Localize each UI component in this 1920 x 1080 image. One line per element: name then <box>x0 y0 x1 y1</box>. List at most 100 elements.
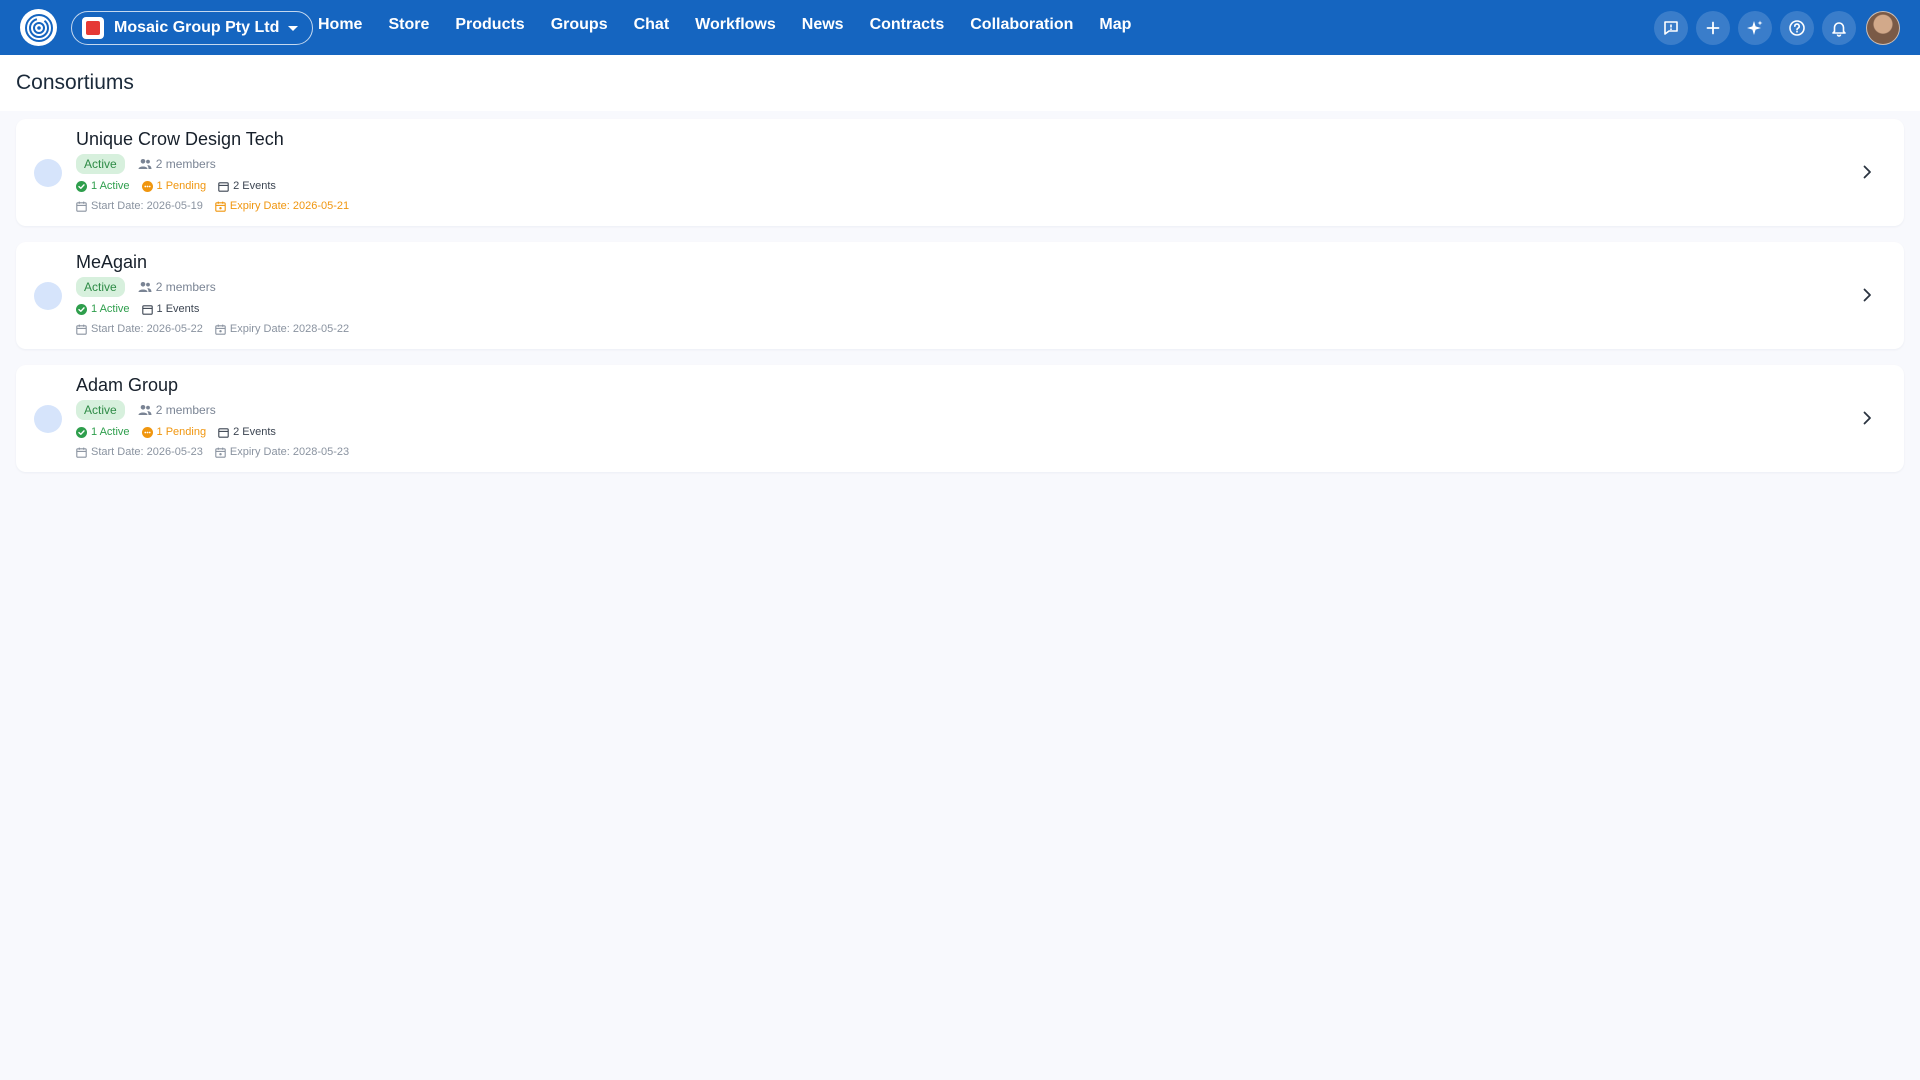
people-icon <box>138 159 152 169</box>
nav-item-home[interactable]: Home <box>318 16 362 34</box>
consortium-avatar <box>34 282 62 310</box>
member-count-label: 2 members <box>155 157 216 171</box>
active-count-label: 1 Active <box>91 180 130 192</box>
help-icon <box>1789 20 1805 36</box>
consortium-avatar <box>34 405 62 433</box>
check-circle-icon <box>76 426 87 438</box>
chevron-right-icon[interactable] <box>1858 286 1876 304</box>
status-badge: Active <box>76 277 125 297</box>
notifications-button[interactable] <box>1822 11 1856 45</box>
expiry-date-label: Expiry Date: 2026-05-21 <box>229 200 350 212</box>
expiry-date-label: Expiry Date: 2028-05-22 <box>229 323 350 335</box>
events-count-label: 2 Events <box>233 426 276 438</box>
help-button[interactable] <box>1780 11 1814 45</box>
consortium-card[interactable]: Adam Group Active 2 members 1 Active 1 P… <box>16 365 1904 472</box>
start-date: Start Date: 2026-05-23 <box>76 446 203 458</box>
organization-switcher[interactable]: Mosaic Group Pty Ltd <box>71 11 314 45</box>
active-count: 1 Active <box>76 303 130 315</box>
chevron-right-icon[interactable] <box>1858 409 1876 427</box>
consortium-meta: Active 2 members <box>76 277 361 297</box>
ai-assistant-button[interactable] <box>1738 11 1772 45</box>
page-title: Consortiums <box>16 71 134 94</box>
event-icon <box>218 427 229 438</box>
active-count: 1 Active <box>76 426 130 438</box>
pending-count: 1 Pending <box>141 426 207 438</box>
start-date-label: Start Date: 2026-05-19 <box>91 200 203 212</box>
status-badge: Active <box>76 400 125 420</box>
event-icon <box>141 304 153 315</box>
consortium-name: MeAgain <box>76 252 148 272</box>
events-count: 2 Events <box>218 180 276 192</box>
consortium-card[interactable]: Unique Crow Design Tech Active 2 members <box>16 119 1904 226</box>
nav-item-workflows[interactable]: Workflows <box>695 16 776 34</box>
consortium-name: Adam Group <box>76 375 179 395</box>
consortium-meta: Active 2 members <box>76 400 361 420</box>
pending-count-label: 1 Pending <box>156 180 207 192</box>
expiry-date: Expiry Date: 2028-05-23 <box>215 446 349 458</box>
active-count: 1 Active <box>76 180 130 192</box>
consortium-dates: Start Date: 2026-05-22 Expiry Date: 2028… <box>76 321 361 337</box>
people-icon <box>138 405 152 415</box>
sparkle-icon <box>1747 20 1763 35</box>
consortium-card-body: Adam Group Active 2 members 1 Active 1 P… <box>76 374 361 460</box>
bell-icon <box>1832 22 1846 37</box>
organization-name: Mosaic Group Pty Ltd <box>114 19 280 36</box>
calendar-clock-icon <box>215 201 226 212</box>
nav-item-products[interactable]: Products <box>455 16 524 34</box>
pending-circle-icon <box>141 426 153 438</box>
consortium-card-body: Unique Crow Design Tech Active 2 members <box>76 128 361 214</box>
consortium-card[interactable]: MeAgain Active 2 members 1 Active 1 Even… <box>16 242 1904 349</box>
event-icon <box>218 181 229 192</box>
events-count-label: 2 Events <box>233 180 276 192</box>
app-logo[interactable] <box>20 9 57 46</box>
calendar-icon <box>76 324 87 335</box>
expiry-date: Expiry Date: 2028-05-22 <box>215 323 349 335</box>
chevron-right-icon[interactable] <box>1858 163 1876 181</box>
feedback-icon <box>1664 21 1678 35</box>
header-actions <box>1646 11 1900 45</box>
start-date: Start Date: 2026-05-19 <box>76 200 203 212</box>
app-logo-icon <box>24 13 53 42</box>
nav-item-chat[interactable]: Chat <box>634 16 670 34</box>
consortium-dates: Start Date: 2026-05-19 Expiry Date: 2026… <box>76 198 361 214</box>
people-icon <box>138 282 152 292</box>
pending-count-label: 1 Pending <box>156 426 207 438</box>
check-circle-icon <box>76 180 87 192</box>
consortium-stats: 1 Active 1 Events <box>76 301 361 317</box>
create-button[interactable] <box>1696 11 1730 45</box>
consortium-avatar <box>34 159 62 187</box>
calendar-clock-icon <box>215 447 226 458</box>
page-header: Consortiums <box>0 55 1920 111</box>
active-count-label: 1 Active <box>91 426 130 438</box>
nav-item-groups[interactable]: Groups <box>551 16 608 34</box>
nav-item-map[interactable]: Map <box>1099 16 1131 34</box>
nav-item-contracts[interactable]: Contracts <box>870 16 945 34</box>
main-navigation: Home Store Products Groups Chat Workflow… <box>318 0 1157 49</box>
calendar-clock-icon <box>215 324 226 335</box>
consortium-name: Unique Crow Design Tech <box>76 129 284 149</box>
nav-item-news[interactable]: News <box>802 16 844 34</box>
top-navigation-bar: Mosaic Group Pty Ltd Home Store Products… <box>0 0 1920 55</box>
pending-count: 1 Pending <box>141 180 207 192</box>
expiry-date: Expiry Date: 2026-05-21 <box>215 200 349 212</box>
feedback-button[interactable] <box>1654 11 1688 45</box>
member-count-label: 2 members <box>155 280 216 294</box>
member-count-label: 2 members <box>155 403 216 417</box>
start-date-label: Start Date: 2026-05-23 <box>91 446 203 458</box>
consortium-list: Unique Crow Design Tech Active 2 members <box>16 119 1904 488</box>
status-badge: Active <box>76 154 125 174</box>
member-count: 2 members <box>138 280 216 294</box>
start-date-label: Start Date: 2026-05-22 <box>91 323 203 335</box>
caret-down-icon <box>288 25 299 31</box>
start-date: Start Date: 2026-05-22 <box>76 323 203 335</box>
expiry-date-label: Expiry Date: 2028-05-23 <box>229 446 350 458</box>
active-count-label: 1 Active <box>91 303 130 315</box>
consortium-meta: Active 2 members <box>76 154 361 174</box>
plus-icon <box>1706 21 1720 35</box>
member-count: 2 members <box>138 403 216 417</box>
consortium-card-body: MeAgain Active 2 members 1 Active 1 Even… <box>76 251 361 337</box>
user-avatar[interactable] <box>1866 11 1900 45</box>
nav-item-store[interactable]: Store <box>388 16 429 34</box>
nav-item-collaboration[interactable]: Collaboration <box>970 16 1073 34</box>
pending-circle-icon <box>141 180 153 192</box>
